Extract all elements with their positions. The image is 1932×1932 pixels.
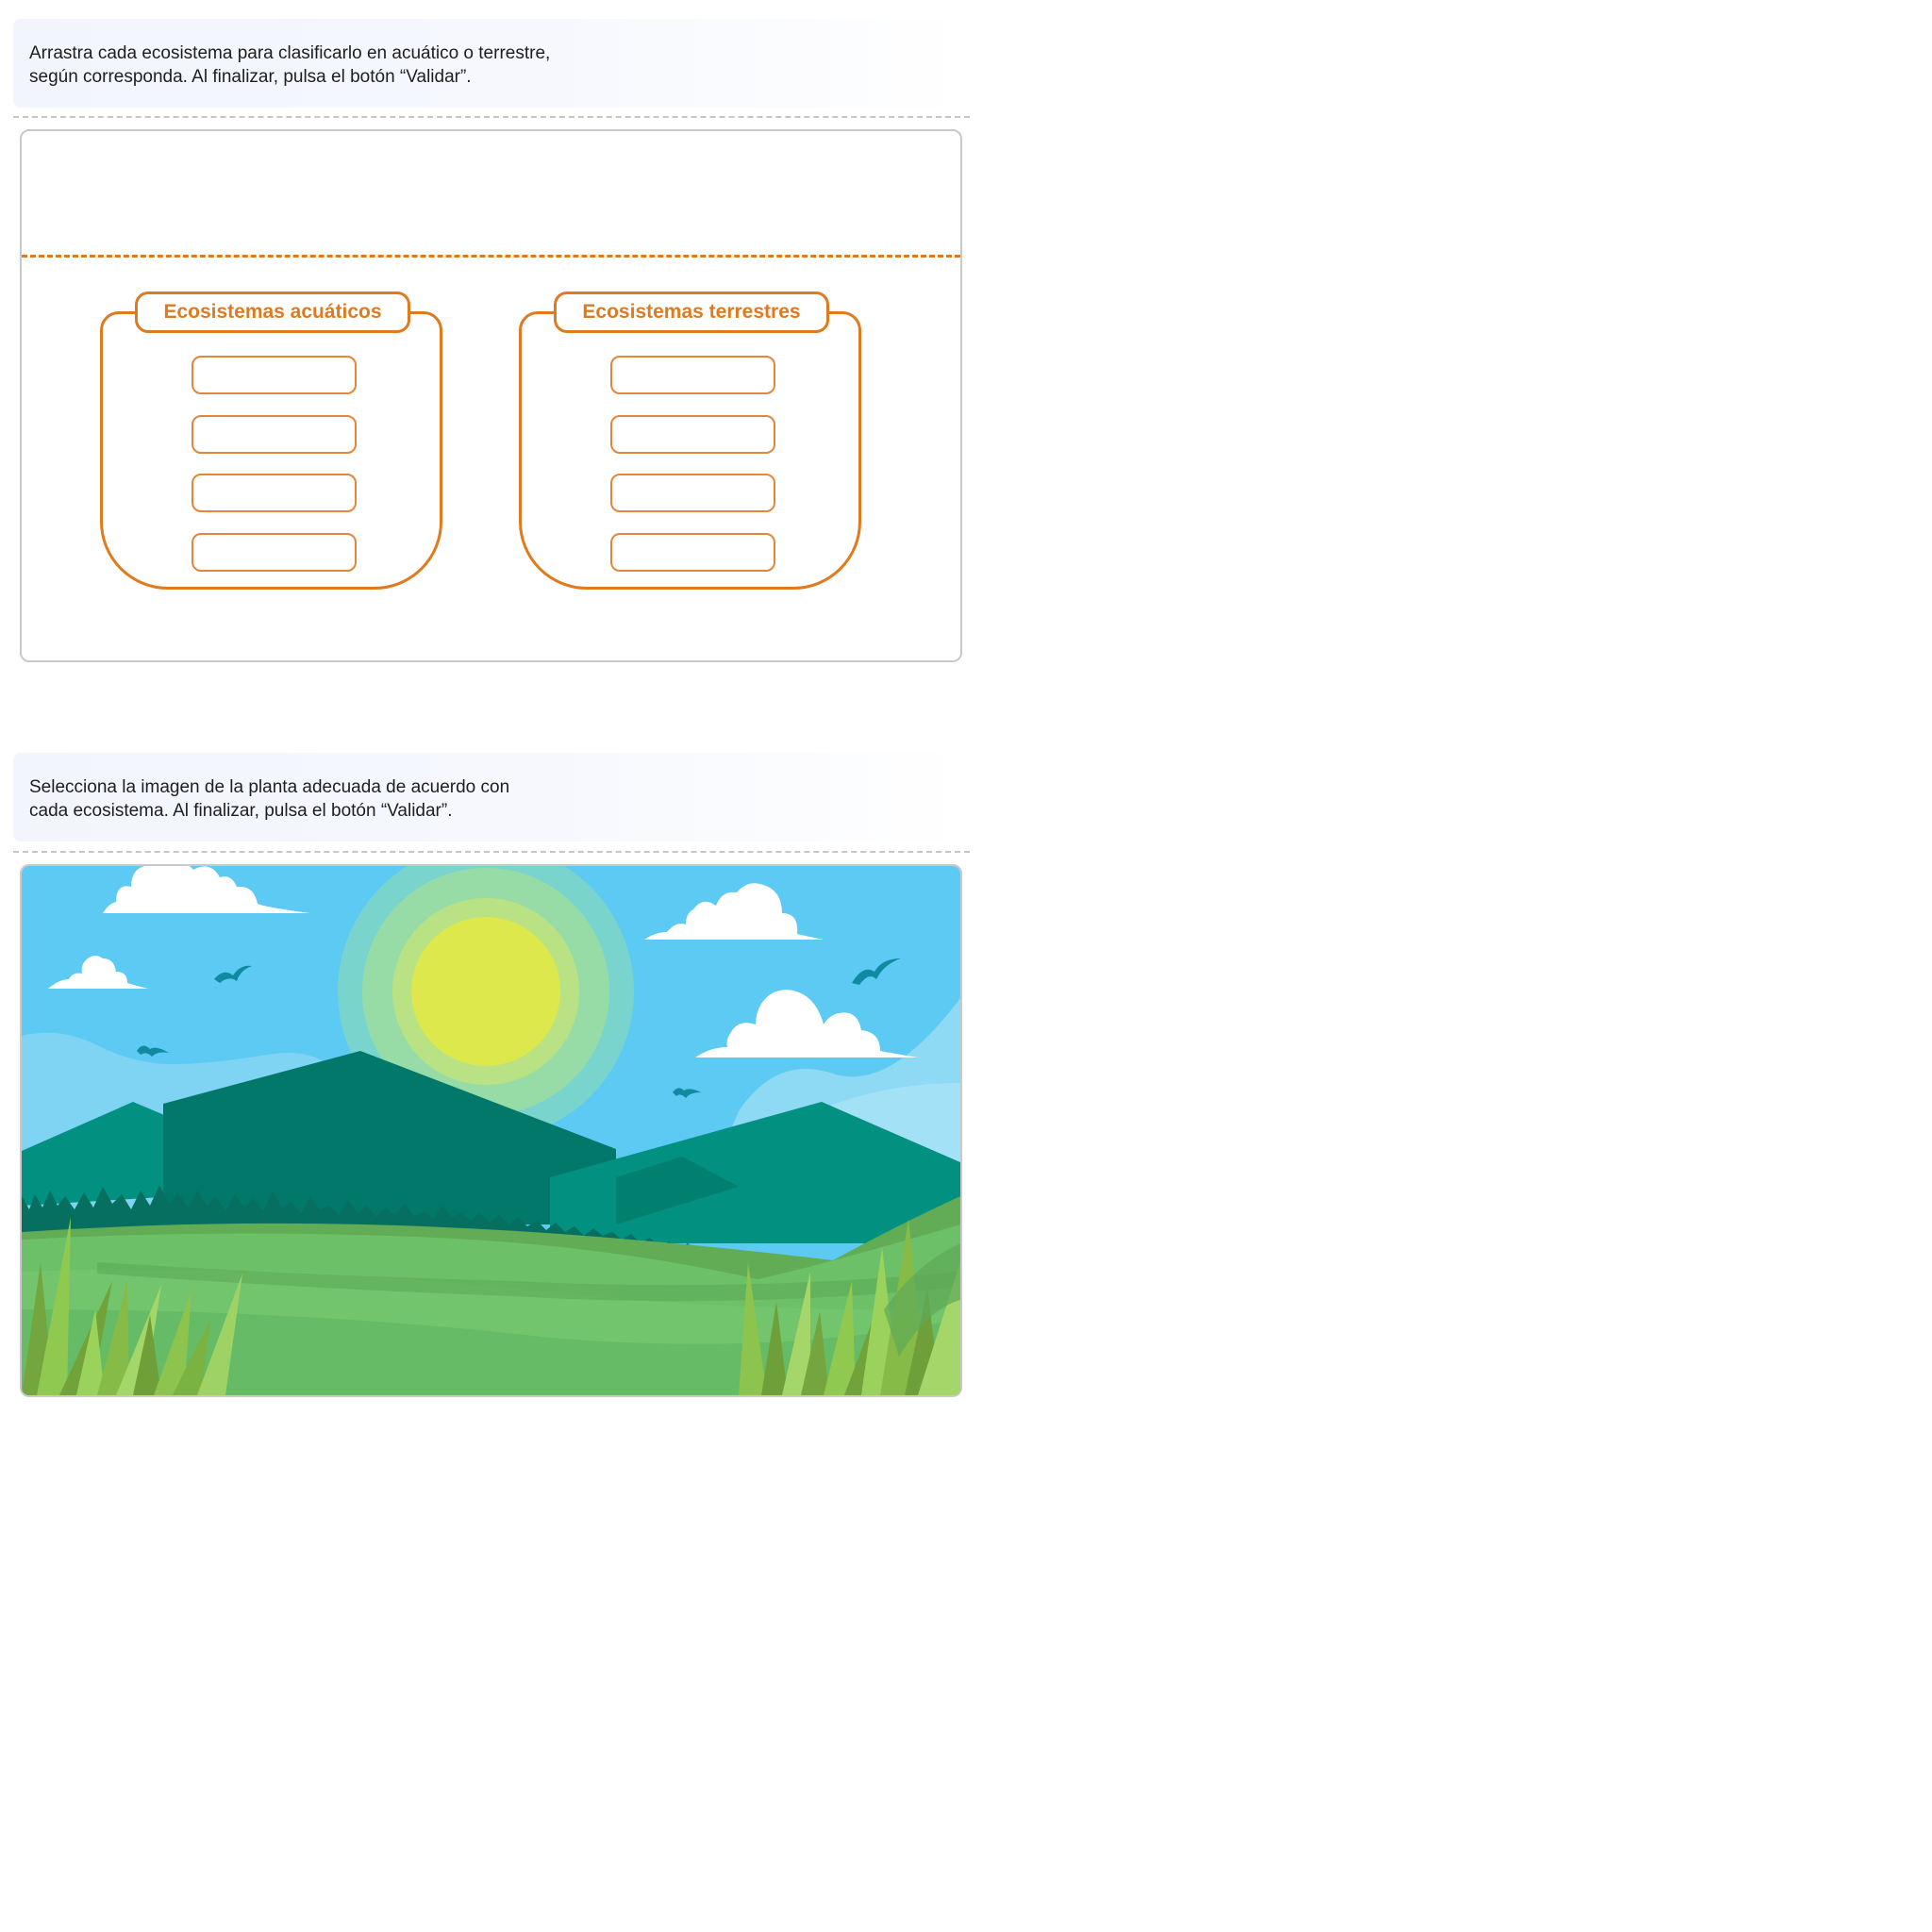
drop-slot-aquatic-2[interactable] [192, 415, 357, 454]
instruction-text: Arrastra cada ecosistema para clasificar… [29, 42, 550, 89]
landscape-illustration [22, 866, 960, 1395]
instruction-box: Arrastra cada ecosistema para clasificar… [13, 19, 970, 108]
drop-slot-aquatic-4[interactable] [192, 533, 357, 572]
dashed-divider [22, 255, 960, 258]
instruction-box: Selecciona la imagen de la planta adecua… [13, 753, 970, 841]
section-separator [13, 851, 970, 853]
draggable-items-zone[interactable] [22, 131, 960, 254]
drop-slot-terrestrial-4[interactable] [610, 533, 775, 572]
drop-slot-terrestrial-3[interactable] [610, 474, 775, 512]
scene-area [20, 864, 962, 1397]
sun [411, 917, 560, 1066]
instruction-line-1: Arrastra cada ecosistema para clasificar… [29, 43, 551, 63]
instruction-text: Selecciona la imagen de la planta adecua… [29, 775, 509, 823]
activity-classify-ecosystems: Arrastra cada ecosistema para clasificar… [13, 19, 970, 662]
drop-slot-terrestrial-2[interactable] [610, 415, 775, 454]
drop-slot-aquatic-1[interactable] [192, 356, 357, 394]
category-terrestrial-ecosystems: Ecosistemas terrestres [519, 291, 861, 590]
drag-and-drop-area: Ecosistemas acuáticos Ecosistemas terres… [20, 129, 962, 662]
instruction-line-2: según corresponda. Al finalizar, pulsa e… [29, 67, 472, 87]
category-title-aquatic: Ecosistemas acuáticos [135, 291, 410, 333]
drop-slot-aquatic-3[interactable] [192, 474, 357, 512]
drop-slot-terrestrial-1[interactable] [610, 356, 775, 394]
section-separator [13, 116, 970, 118]
activity-select-plant: Selecciona la imagen de la planta adecua… [13, 753, 970, 1397]
instruction-line-1: Selecciona la imagen de la planta adecua… [29, 777, 510, 797]
category-aquatic-ecosystems: Ecosistemas acuáticos [100, 291, 442, 590]
category-title-terrestrial: Ecosistemas terrestres [554, 291, 829, 333]
instruction-line-2: cada ecosistema. Al finalizar, pulsa el … [29, 801, 453, 821]
